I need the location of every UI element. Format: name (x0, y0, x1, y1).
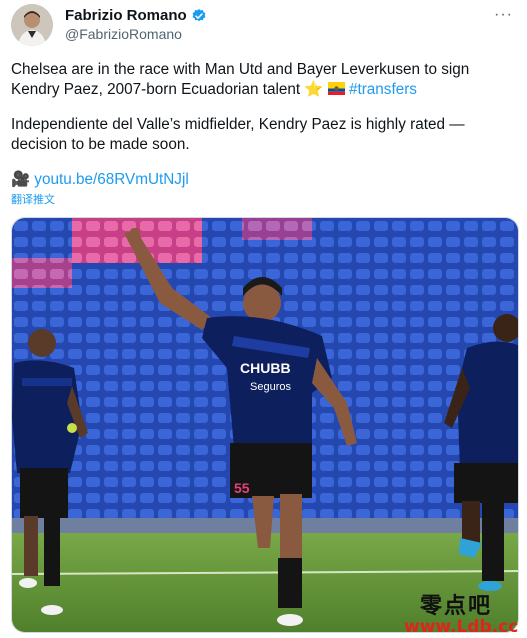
avatar[interactable] (11, 4, 53, 46)
shirt-sponsor-text: CHUBB (240, 360, 291, 376)
hashtag-transfers-link[interactable]: #transfers (349, 81, 417, 98)
video-camera-icon: 🎥 (11, 171, 31, 188)
author-handle[interactable]: @FabrizioRomano (65, 26, 182, 42)
star-emoji-icon: ⭐️ (304, 80, 324, 98)
more-options-icon[interactable]: ··· (494, 6, 513, 24)
shorts-number-text: 55 (234, 480, 250, 496)
tweet-paragraph-1: Chelsea are in the race with Man Utd and… (11, 60, 511, 99)
tweet-photo[interactable]: CHUBB Seguros 55 (11, 217, 519, 633)
youtube-link[interactable]: youtu.be/68RVmUtNJjl (34, 171, 188, 188)
translate-tweet-link[interactable]: 翻译推文 (11, 191, 55, 207)
tweet-paragraph-3: 🎥 youtu.be/68RVmUtNJjl (11, 170, 511, 190)
watermark-logo-text: 零点吧 (420, 593, 493, 619)
players-celebration-photo: CHUBB Seguros 55 (12, 218, 518, 632)
tweet-body: Chelsea are in the race with Man Utd and… (11, 60, 511, 206)
avatar-image (11, 4, 53, 46)
author-name[interactable]: Fabrizio Romano (65, 7, 187, 24)
verified-badge-icon (192, 8, 206, 21)
tweet-paragraph-2: Independiente del Valle’s midfielder, Ke… (11, 116, 465, 153)
shirt-sponsor-sub-text: Seguros (250, 381, 291, 393)
ecuador-flag-icon (327, 81, 345, 95)
watermark-url-text: www.Ldb.cc (404, 617, 519, 637)
